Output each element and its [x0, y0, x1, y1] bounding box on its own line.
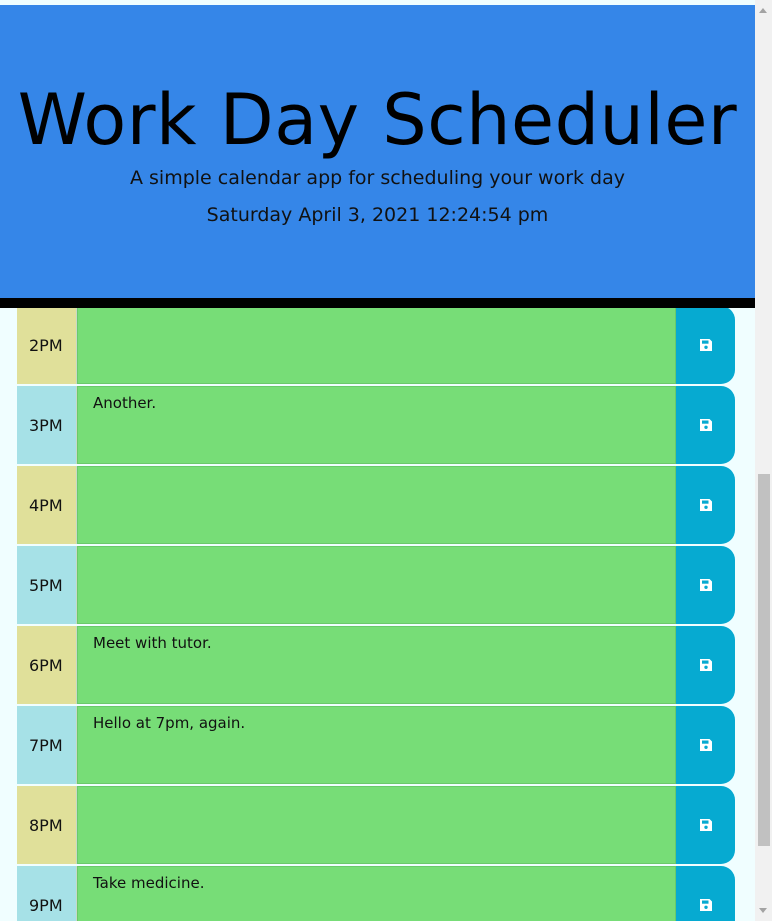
floppy-disk-icon	[699, 579, 712, 591]
time-block-row: 7PM Hello at 7pm, again.	[17, 706, 737, 784]
time-block-row: 2PM	[17, 306, 737, 384]
event-description-input[interactable]	[77, 306, 676, 384]
hour-label: 8PM	[17, 786, 77, 864]
hour-label: 3PM	[17, 386, 77, 464]
time-block-row: 5PM	[17, 546, 737, 624]
time-block-row: 9PM Take medicine.	[17, 866, 737, 921]
save-button[interactable]	[676, 866, 735, 921]
hour-label: 2PM	[17, 306, 77, 384]
current-date: Saturday April 3, 2021 12:24:54 pm	[206, 204, 549, 226]
scroll-up-arrow-icon[interactable]	[759, 8, 767, 13]
floppy-disk-icon	[699, 659, 712, 671]
scroll-down-arrow-icon[interactable]	[759, 908, 767, 913]
save-button[interactable]	[676, 546, 735, 624]
floppy-disk-icon	[699, 419, 712, 431]
time-block-row: 6PM Meet with tutor.	[17, 626, 737, 704]
floppy-disk-icon	[699, 819, 712, 831]
page-viewport: Work Day Scheduler A simple calendar app…	[0, 0, 755, 921]
hour-label: 6PM	[17, 626, 77, 704]
save-button[interactable]	[676, 706, 735, 784]
save-button[interactable]	[676, 626, 735, 704]
event-description-input[interactable]: Another.	[77, 386, 676, 464]
page-title: Work Day Scheduler	[17, 79, 738, 161]
floppy-disk-icon	[699, 339, 712, 351]
hour-label: 7PM	[17, 706, 77, 784]
scroll-thumb[interactable]	[758, 474, 770, 846]
floppy-disk-icon	[699, 499, 712, 511]
time-block-row: 4PM	[17, 466, 737, 544]
floppy-disk-icon	[699, 899, 712, 911]
event-description-input[interactable]	[77, 546, 676, 624]
event-description-input[interactable]: Meet with tutor.	[77, 626, 676, 704]
jumbotron-header: Work Day Scheduler A simple calendar app…	[0, 5, 755, 308]
hour-label: 5PM	[17, 546, 77, 624]
save-button[interactable]	[676, 786, 735, 864]
event-description-input[interactable]	[77, 786, 676, 864]
page-scrollbar[interactable]	[755, 0, 772, 921]
floppy-disk-icon	[699, 739, 712, 751]
save-button[interactable]	[676, 466, 735, 544]
app-description: A simple calendar app for scheduling you…	[129, 167, 626, 189]
time-block-row: 8PM	[17, 786, 737, 864]
event-description-input[interactable]	[77, 466, 676, 544]
time-block-list: 2PM 3PM Another. 4PM 5PM 6PM Meet with tutor. 7…	[17, 306, 737, 921]
event-description-input[interactable]: Hello at 7pm, again.	[77, 706, 676, 784]
time-block-row: 3PM Another.	[17, 386, 737, 464]
save-button[interactable]	[676, 386, 735, 464]
save-button[interactable]	[676, 306, 735, 384]
hour-label: 4PM	[17, 466, 77, 544]
hour-label: 9PM	[17, 866, 77, 921]
event-description-input[interactable]: Take medicine.	[77, 866, 676, 921]
